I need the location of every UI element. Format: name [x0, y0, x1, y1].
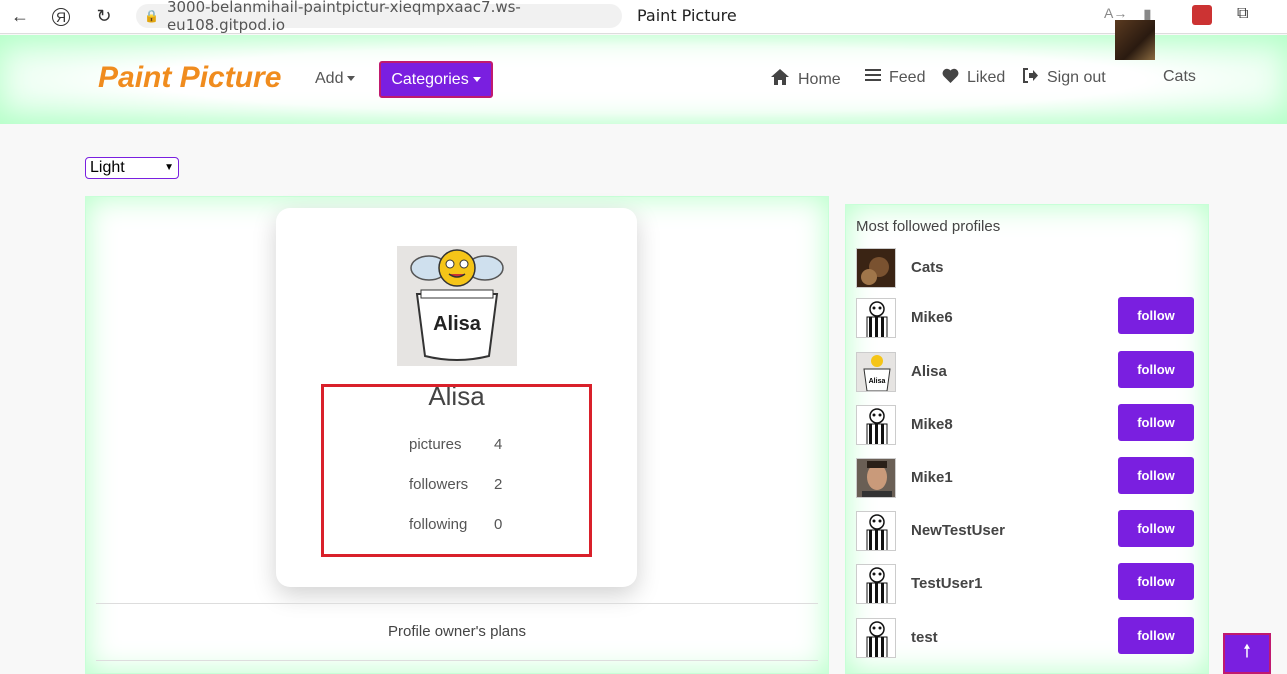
- chevron-down-icon: ▼: [164, 162, 174, 173]
- list-item: test follow: [856, 617, 1196, 658]
- nav-liked[interactable]: Liked: [942, 68, 1005, 88]
- profile-name-link[interactable]: test: [911, 629, 938, 646]
- stat-following-label: following: [409, 516, 468, 533]
- profile-plans-heading: Profile owner's plans: [388, 623, 526, 640]
- arrow-up-icon: 🠕: [1243, 640, 1251, 661]
- extension-icon[interactable]: [1192, 5, 1212, 25]
- scroll-top-button[interactable]: 🠕: [1223, 633, 1271, 674]
- profile-name-link[interactable]: Cats: [911, 259, 944, 276]
- avatar[interactable]: [856, 458, 896, 498]
- url-text: 3000-belanmihail-paintpictur-xieqmpxaac7…: [166, 0, 521, 34]
- nav-home[interactable]: Home: [770, 68, 841, 91]
- follow-button[interactable]: follow: [1118, 617, 1194, 654]
- list-item: Mike8 follow: [856, 404, 1196, 445]
- browser-toolbar: ← Я ↻ 🔒 3000-belanmihail-paintpictur-xie…: [0, 0, 1287, 34]
- nav-home-label: Home: [798, 70, 841, 88]
- follow-button[interactable]: follow: [1118, 351, 1194, 388]
- home-icon: [770, 68, 790, 91]
- profile-name-link[interactable]: Mike1: [911, 469, 953, 486]
- back-arrow-icon[interactable]: ←: [8, 5, 32, 29]
- list-item: Mike1 follow: [856, 457, 1196, 498]
- collections-icon[interactable]: ⧉: [1237, 5, 1248, 23]
- profile-name-link[interactable]: Mike6: [911, 309, 953, 326]
- nav-sign-out[interactable]: Sign out: [1022, 68, 1106, 88]
- profile-name-link[interactable]: Mike8: [911, 416, 953, 433]
- profile-image: Alisa: [397, 246, 517, 366]
- nav-feed-label: Feed: [889, 68, 926, 86]
- list-icon: [865, 68, 881, 87]
- stat-following-value: 0: [494, 516, 503, 533]
- avatar[interactable]: [856, 248, 896, 288]
- follow-button[interactable]: follow: [1118, 563, 1194, 600]
- profile-name-link[interactable]: TestUser1: [911, 575, 982, 592]
- yandex-icon[interactable]: Я: [52, 7, 70, 26]
- list-item: TestUser1 follow: [856, 563, 1196, 604]
- most-followed-title: Most followed profiles: [856, 218, 1001, 235]
- add-label: Add: [315, 70, 344, 87]
- svg-text:Alisa: Alisa: [869, 378, 886, 385]
- profile-name-link[interactable]: NewTestUser: [911, 522, 1005, 539]
- heart-icon: [942, 68, 959, 88]
- sign-out-icon: [1022, 68, 1039, 88]
- follow-button[interactable]: follow: [1118, 297, 1194, 334]
- list-item: Mike6 follow: [856, 297, 1196, 338]
- caret-down-icon: [347, 76, 356, 82]
- avatar[interactable]: [856, 405, 896, 445]
- tab-title: Paint Picture: [637, 6, 737, 25]
- stat-followers-label: followers: [409, 476, 469, 493]
- avatar[interactable]: [856, 618, 896, 658]
- divider: [96, 660, 818, 661]
- stat-followers-value: 2: [494, 476, 503, 493]
- nav-feed[interactable]: Feed: [865, 68, 925, 87]
- categories-button[interactable]: Categories: [379, 61, 493, 98]
- avatar[interactable]: [856, 511, 896, 551]
- brand-logo[interactable]: Paint Picture: [98, 61, 281, 95]
- categories-label: Categories: [391, 70, 469, 88]
- nav-username[interactable]: Cats: [1163, 68, 1196, 86]
- avatar[interactable]: [856, 298, 896, 338]
- caret-down-icon: [472, 77, 481, 82]
- follow-button[interactable]: follow: [1118, 457, 1194, 494]
- divider: [96, 603, 818, 604]
- list-item: NewTestUser follow: [856, 510, 1196, 551]
- follow-button[interactable]: follow: [1118, 510, 1194, 547]
- nav-liked-label: Liked: [967, 69, 1006, 86]
- reload-icon[interactable]: ↻: [92, 5, 116, 29]
- list-item: Cats: [856, 248, 1196, 288]
- address-bar[interactable]: 🔒 3000-belanmihail-paintpictur-xieqmpxaa…: [136, 0, 622, 34]
- follow-button[interactable]: follow: [1118, 404, 1194, 441]
- list-item: Alisa Alisa follow: [856, 351, 1196, 392]
- svg-text:Alisa: Alisa: [433, 313, 482, 335]
- avatar[interactable]: Alisa: [856, 352, 896, 392]
- profile-name-link[interactable]: Alisa: [911, 363, 947, 380]
- add-dropdown[interactable]: Add: [315, 70, 356, 88]
- theme-select[interactable]: Light ▼: [85, 157, 179, 179]
- translate-icon[interactable]: A→: [1104, 5, 1127, 21]
- stat-pictures-value: 4: [494, 436, 503, 453]
- theme-select-value: Light: [90, 159, 125, 176]
- stat-pictures-label: pictures: [409, 436, 462, 453]
- lock-icon: 🔒: [144, 9, 159, 23]
- nav-sign-out-label: Sign out: [1047, 69, 1106, 86]
- avatar[interactable]: [856, 564, 896, 604]
- user-avatar[interactable]: [1115, 20, 1155, 60]
